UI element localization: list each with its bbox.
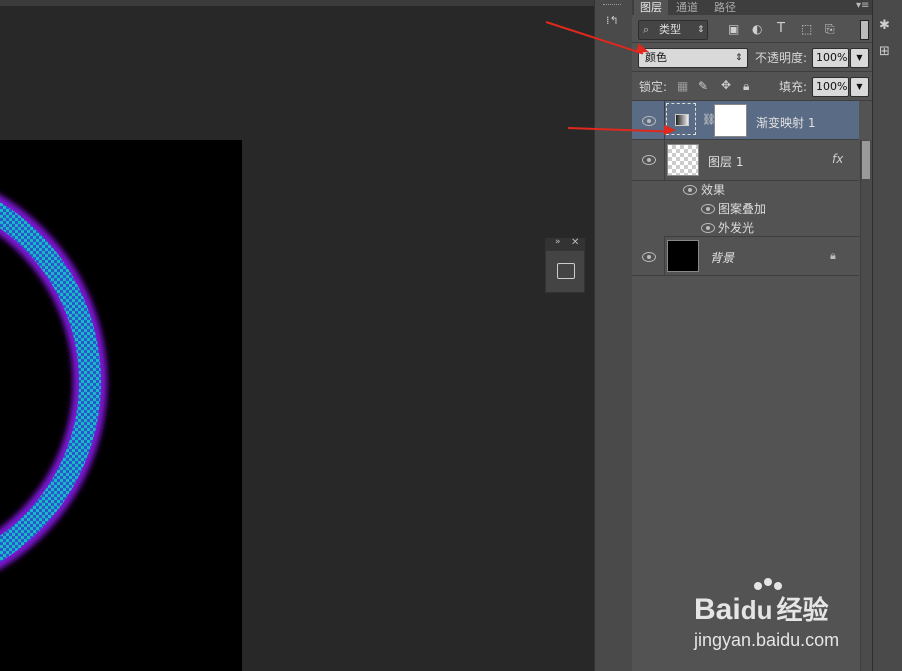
layers-panel: 图层 通道 路径 ▾≡ ⌕ 类型 ⇕ ▣ ◐ T ⬚ ⎘ 颜色 ⇕ 不透明度: … (632, 0, 873, 671)
tab-channels[interactable]: 通道 (670, 0, 704, 15)
effect-pattern-overlay[interactable]: 图案叠加 (718, 200, 766, 217)
divider (632, 71, 872, 72)
3d-cube-icon[interactable] (557, 263, 575, 279)
opacity-input[interactable]: 100% (812, 48, 849, 68)
lock-all-icon[interactable]: 🔒︎ (743, 79, 749, 94)
lock-icon: 🔒︎ (830, 249, 836, 262)
brush-presets-icon[interactable]: ✱ (879, 18, 890, 33)
lock-transparency-icon[interactable]: ▦ (677, 79, 688, 93)
filter-adjustment-icon[interactable]: ◐ (752, 22, 762, 36)
effect-outer-glow[interactable]: 外发光 (718, 219, 754, 236)
fill-dropdown-button[interactable]: ▼ (850, 77, 869, 97)
visibility-cell[interactable] (632, 140, 665, 180)
tab-paths[interactable]: 路径 (708, 0, 742, 15)
lock-label: 锁定: (639, 80, 668, 94)
arrowhead-layer (664, 125, 676, 135)
eye-icon[interactable] (642, 155, 656, 165)
eye-icon[interactable] (701, 223, 715, 233)
filter-pixel-icon[interactable]: ▣ (728, 22, 739, 36)
opacity-label: 不透明度: (755, 51, 808, 65)
visibility-cell[interactable] (632, 237, 665, 275)
image-canvas[interactable] (0, 140, 242, 671)
opacity-dropdown-button[interactable]: ▼ (850, 48, 869, 68)
effects-label[interactable]: 效果 (701, 181, 725, 198)
lock-move-icon[interactable]: ✥ (721, 78, 731, 92)
filter-type-label: 类型 (659, 23, 681, 36)
blend-mode-select[interactable]: 颜色 ⇕ (638, 48, 748, 68)
filter-toggle-switch[interactable] (860, 20, 869, 40)
eye-icon[interactable] (642, 116, 656, 126)
layer-row-layer1[interactable]: 图层 1 fx (632, 140, 859, 181)
background-thumbnail[interactable] (667, 240, 699, 272)
panel-menu-icon[interactable]: ▾≡ (856, 0, 869, 11)
visibility-cell[interactable] (632, 101, 665, 139)
right-tool-strip: ✱ ⊞ (872, 0, 902, 671)
layer-name[interactable]: 渐变映射 1 (756, 114, 815, 131)
transparent-layer-thumbnail[interactable] (667, 144, 699, 176)
filter-smart-object-icon[interactable]: ⎘ (825, 22, 835, 37)
fill-value: 100% (816, 80, 848, 93)
fill-input[interactable]: 100% (812, 77, 849, 97)
eye-icon[interactable] (683, 185, 697, 195)
collapse-icon[interactable]: » (555, 237, 561, 247)
mini-panel-header: » ✕ (546, 237, 584, 251)
gradient-map-icon (675, 114, 689, 126)
filter-type-icon[interactable]: T (777, 21, 785, 36)
lock-brush-icon[interactable]: ✎ (698, 79, 708, 93)
document-top-strip (0, 0, 594, 6)
paw-logo-icon (748, 578, 792, 612)
watermark-brand: Bai (694, 593, 741, 626)
scrollbar-thumb[interactable] (862, 141, 870, 179)
floating-mini-panel[interactable]: » ✕ (545, 237, 585, 293)
chevron-updown-icon: ⇕ (697, 25, 705, 35)
layer-name[interactable]: 背景 (710, 249, 734, 266)
divider (632, 42, 872, 43)
eye-icon[interactable] (642, 252, 656, 262)
layer-row-background[interactable]: 背景 🔒︎ (632, 237, 859, 276)
search-icon: ⌕ (643, 23, 650, 36)
opacity-value: 100% (816, 51, 848, 64)
panel-tab-bar: 图层 通道 路径 ▾≡ (632, 0, 872, 15)
layer-mask-thumbnail[interactable] (714, 104, 747, 137)
close-icon[interactable]: ✕ (571, 237, 579, 248)
eye-icon[interactable] (701, 204, 715, 214)
panel-dock-column: ⁞↰ (594, 0, 633, 671)
fill-label: 填充: (779, 80, 808, 94)
dock-grip[interactable] (603, 4, 621, 7)
grid-icon[interactable]: ⊞ (879, 44, 890, 59)
glow-ring-artwork (0, 195, 107, 569)
tab-layers[interactable]: 图层 (634, 0, 668, 15)
layer-name[interactable]: 图层 1 (708, 153, 743, 170)
watermark-url: jingyan.baidu.com (694, 630, 840, 650)
filter-type-select[interactable]: ⌕ 类型 ⇕ (638, 20, 708, 40)
fx-icon[interactable]: fx (832, 152, 843, 166)
chevron-updown-icon: ⇕ (735, 53, 743, 63)
filter-shape-icon[interactable]: ⬚ (801, 22, 812, 36)
history-icon[interactable]: ⁞↰ (606, 14, 620, 30)
